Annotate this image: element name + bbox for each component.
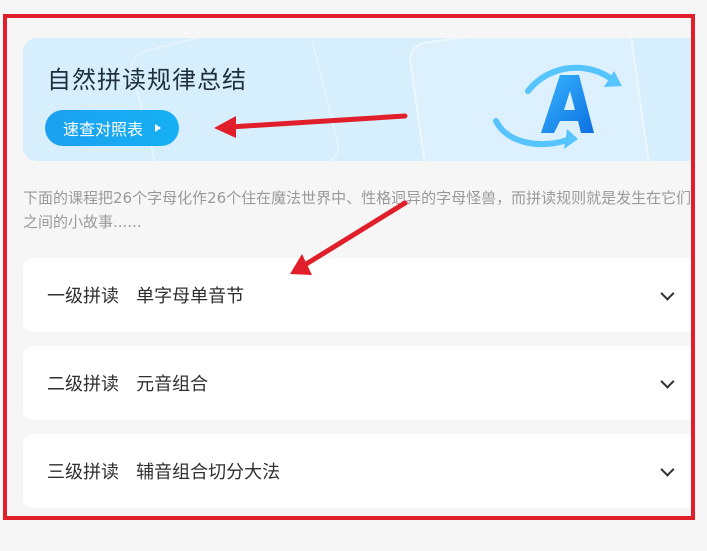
level-3-label: 三级拼读 辅音组合切分大法 xyxy=(47,462,281,483)
level-1-label: 一级拼读 单字母单音节 xyxy=(47,286,245,307)
letter-a-rotate-icon xyxy=(493,64,622,149)
level-2-label: 二级拼读 元音组合 xyxy=(47,374,209,395)
quick-reference-button[interactable]: 速查对照表 xyxy=(45,110,180,146)
chevron-down-icon[interactable] xyxy=(660,286,675,301)
level-2-accordion[interactable]: 二级拼读 元音组合 xyxy=(23,346,695,420)
play-icon xyxy=(155,124,162,132)
chevron-down-icon[interactable] xyxy=(660,462,675,477)
summary-banner: 自然拼读规律总结 速查对照表 xyxy=(23,38,695,161)
level-1-accordion[interactable]: 一级拼读 单字母单音节 xyxy=(23,258,695,332)
level-3-accordion[interactable]: 三级拼读 辅音组合切分大法 xyxy=(23,434,695,508)
course-description: 下面的课程把26个字母化作26个住在魔法世界中、性格迥异的字母怪兽，而拼读规则就… xyxy=(23,189,692,231)
banner-title: 自然拼读规律总结 xyxy=(47,66,247,94)
quick-reference-button-label: 速查对照表 xyxy=(63,122,144,139)
chevron-down-icon[interactable] xyxy=(660,374,675,389)
